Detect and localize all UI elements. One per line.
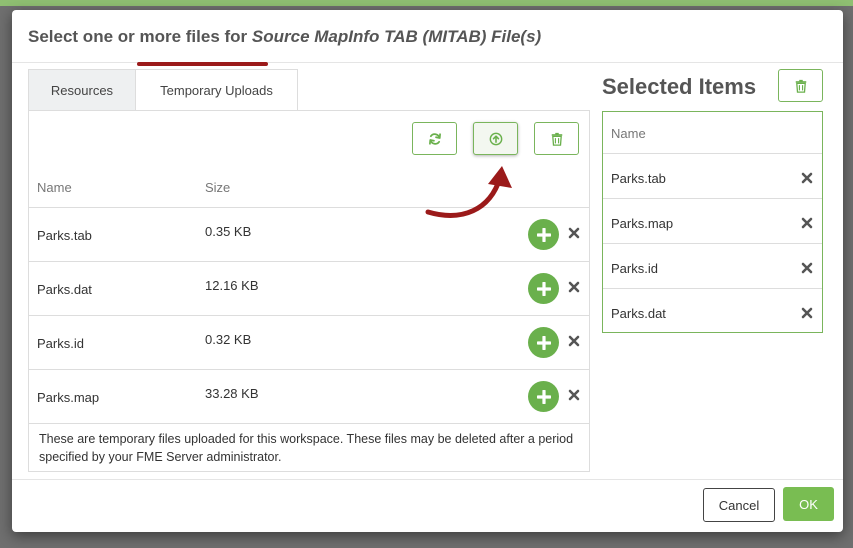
selected-file-name: Parks.id [611,261,658,276]
file-name: Parks.dat [37,282,92,297]
remove-selected-button[interactable] [800,216,814,230]
plus-icon [536,227,551,242]
refresh-button[interactable] [412,122,457,155]
ok-button[interactable]: OK [783,487,834,521]
delete-uploads-button[interactable] [534,122,579,155]
annotation-underline [137,62,268,66]
close-icon [568,281,580,293]
trash-icon [551,132,562,146]
table-row: Parks.dat 12.16 KB [29,262,589,316]
annotation-arrow-icon [425,166,512,218]
remove-selected-button[interactable] [800,171,814,185]
plus-icon [536,281,551,296]
selected-file-name: Parks.map [611,216,674,231]
close-icon [801,307,813,319]
close-icon [801,172,813,184]
plus-icon [536,389,551,404]
close-icon [568,335,580,347]
selected-column-name: Name [603,112,822,154]
file-size: 0.35 KB [205,224,252,239]
list-item: Parks.id [603,244,822,289]
delete-file-button[interactable] [567,226,581,240]
clear-selected-button[interactable] [778,69,823,102]
file-name: Parks.tab [37,228,92,243]
close-icon [801,262,813,274]
file-size: 12.16 KB [205,278,259,293]
trash-icon [795,79,806,93]
dialog-footer: Cancel OK [12,479,843,532]
dialog-title-reader: Source MapInfo TAB (MITAB) File(s) [251,27,542,46]
file-size: 0.32 KB [205,332,252,347]
file-name: Parks.map [37,390,100,405]
file-size: 33.28 KB [205,386,259,401]
remove-selected-button[interactable] [800,261,814,275]
column-size: Size [205,180,231,195]
close-icon [568,389,580,401]
file-select-dialog: Select one or more files for Source MapI… [12,10,843,532]
file-name: Parks.id [37,336,84,351]
list-item: Parks.dat [603,289,822,334]
column-name: Name [37,180,72,195]
background-header-band [0,0,853,6]
temporary-files-note: These are temporary files uploaded for t… [39,432,574,464]
selected-items-list: Name Parks.tab Parks.map Parks.id Parks.… [602,111,823,333]
tab-bar: Resources Temporary Uploads [28,69,590,111]
add-file-button[interactable] [528,327,559,358]
tab-temporary-uploads[interactable]: Temporary Uploads [135,69,298,111]
add-file-button[interactable] [528,219,559,250]
selected-file-name: Parks.tab [611,171,666,186]
dialog-title-prefix: Select one or more files for [28,27,252,46]
list-item: Parks.map [603,199,822,244]
selected-file-name: Parks.dat [611,306,666,321]
add-file-button[interactable] [528,273,559,304]
file-toolbar [29,111,589,166]
add-file-button[interactable] [528,381,559,412]
dialog-title: Select one or more files for Source MapI… [12,10,843,63]
refresh-icon [428,132,441,145]
selected-items-title: Selected Items [602,74,757,99]
close-icon [568,227,580,239]
plus-icon [536,335,551,350]
delete-file-button[interactable] [567,334,581,348]
delete-file-button[interactable] [567,280,581,294]
delete-file-button[interactable] [567,388,581,402]
remove-selected-button[interactable] [800,306,814,320]
close-icon [801,217,813,229]
upload-icon [489,132,502,145]
tab-resources[interactable]: Resources [28,69,135,111]
cancel-button[interactable]: Cancel [703,488,775,522]
list-item: Parks.tab [603,154,822,199]
table-row: Parks.id 0.32 KB [29,316,589,370]
upload-button[interactable] [473,122,518,155]
table-row: Parks.map 33.28 KB [29,370,589,424]
